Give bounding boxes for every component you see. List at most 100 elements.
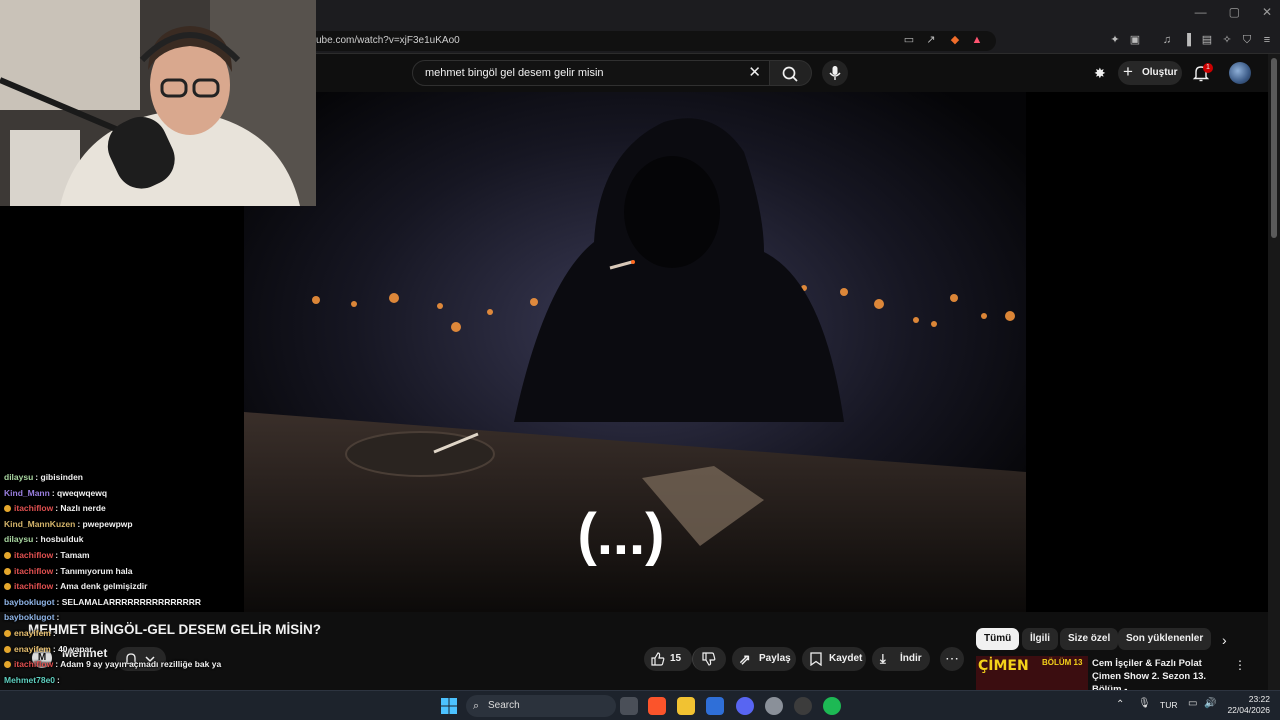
- chip-related[interactable]: İlgili: [1022, 628, 1058, 650]
- media-icon[interactable]: ♫: [1160, 33, 1174, 47]
- obs-icon[interactable]: [794, 697, 812, 715]
- download-button[interactable]: ⤓ İndir: [872, 647, 930, 671]
- vpn-icon[interactable]: ⛉: [1240, 33, 1254, 47]
- language-indicator[interactable]: TUR: [1160, 700, 1177, 710]
- extensions-icon[interactable]: ✦: [1108, 33, 1122, 47]
- microphone-icon: [829, 66, 841, 80]
- bookmark-icon: [810, 652, 822, 666]
- chat-message: bayboklugot:: [4, 610, 304, 626]
- like-button[interactable]: 15: [644, 647, 692, 671]
- windows-taskbar: ⌕ Search ⌃ 🎙 TUR ▭ 🔊 23:22 22/04/2026: [0, 690, 1280, 720]
- account-avatar[interactable]: [1229, 62, 1251, 84]
- network-app-icon[interactable]: [706, 697, 724, 715]
- chat-message: dilaysu: hosbulduk: [4, 532, 304, 548]
- chat-text: Tanımıyorum hala: [60, 565, 133, 576]
- create-label: Oluştur: [1142, 67, 1178, 78]
- page-scrollbar[interactable]: [1268, 54, 1280, 692]
- leo-icon[interactable]: ✧: [1220, 33, 1234, 47]
- chat-username: enayifem: [14, 643, 51, 654]
- thumbs-down-icon: [702, 652, 716, 666]
- brave-shield-icon[interactable]: ◆: [948, 33, 962, 47]
- dislike-button[interactable]: [692, 647, 726, 671]
- chat-badge-icon: [4, 567, 11, 575]
- address-bar[interactable]: ube.com/watch?v=xjF3e1uKAo0: [306, 31, 996, 51]
- brave-browser-icon[interactable]: [648, 697, 666, 715]
- chat-badge-icon: [4, 505, 11, 513]
- chat-separator: :: [56, 612, 60, 623]
- thumbs-up-icon: [651, 652, 665, 666]
- share-label: Paylaş: [759, 653, 791, 664]
- windows-start-icon[interactable]: [440, 697, 458, 715]
- chat-username: dilaysu: [4, 472, 34, 482]
- more-actions-button[interactable]: ⋯: [940, 647, 964, 671]
- loading-glyph: (...): [578, 502, 665, 567]
- chevron-right-icon[interactable]: ›: [1222, 632, 1227, 648]
- recommendation-menu-icon[interactable]: ⋮: [1234, 658, 1246, 672]
- settings-icon[interactable]: [765, 697, 783, 715]
- search-icon: [782, 66, 798, 82]
- chat-username: bayboklugot: [4, 612, 55, 623]
- chat-message: itachiflow: Adam 9 ay yayın açmadı rezil…: [4, 657, 304, 673]
- chat-message: Mehmet78e0:: [4, 673, 304, 689]
- chat-text: gibisinden: [40, 472, 84, 482]
- chat-separator: :: [52, 627, 56, 638]
- discord-icon[interactable]: [736, 697, 754, 715]
- screenshot-icon[interactable]: ▣: [1128, 33, 1142, 47]
- chat-username: itachiflow: [14, 503, 54, 514]
- chat-username: itachiflow: [14, 581, 54, 592]
- thumb-title: ÇİMEN: [978, 658, 1029, 674]
- share-button[interactable]: ⇗ Paylaş: [732, 647, 796, 671]
- recommendation-thumbnail[interactable]: ÇİMEN BÖLÜM 13: [976, 656, 1088, 690]
- chat-username: itachiflow: [14, 565, 54, 576]
- taskbar-search-icon: ⌕: [473, 700, 480, 712]
- close-window-button[interactable]: ✕: [1262, 5, 1272, 19]
- clock[interactable]: 23:22 22/04/2026: [1226, 694, 1270, 716]
- spotify-icon[interactable]: [823, 697, 841, 715]
- brave-rewards-icon[interactable]: ▲: [970, 33, 984, 47]
- volume-icon[interactable]: 🔊: [1204, 698, 1216, 709]
- cast-icon[interactable]: ▭: [902, 33, 916, 47]
- chip-for-you[interactable]: Size özel: [1060, 628, 1119, 650]
- chat-username: dilaysu: [4, 534, 34, 545]
- chip-recent[interactable]: Son yüklenenler: [1118, 628, 1212, 650]
- clear-search-icon[interactable]: ✕: [748, 61, 761, 85]
- chat-separator: :: [57, 674, 60, 685]
- share-page-icon[interactable]: ↗: [924, 33, 938, 47]
- chat-text: Tamam: [60, 549, 90, 560]
- menu-icon[interactable]: ≡: [1260, 33, 1274, 47]
- task-view-icon[interactable]: [620, 697, 638, 715]
- chat-text: pwepewpwp: [82, 518, 133, 529]
- display-tray-icon[interactable]: ▭: [1188, 698, 1197, 709]
- save-button[interactable]: Kaydet: [802, 647, 866, 671]
- voice-search-button[interactable]: [822, 60, 848, 86]
- minimize-button[interactable]: —: [1195, 5, 1207, 19]
- chat-username: Kind_MannKuzen: [4, 518, 76, 529]
- chat-text: Adam 9 ay yayın açmadı rezilliğe bak ya: [60, 659, 222, 670]
- clock-date: 22/04/2026: [1227, 705, 1270, 715]
- taskbar-search[interactable]: ⌕ Search: [466, 695, 616, 717]
- share-icon: ⇗: [739, 651, 751, 667]
- mic-tray-icon[interactable]: 🎙: [1138, 698, 1151, 709]
- chat-badge-icon: [4, 661, 11, 669]
- tray-chevron-icon[interactable]: ⌃: [1116, 699, 1124, 710]
- maximize-button[interactable]: ▢: [1229, 5, 1240, 19]
- chat-text: 40 yapar: [58, 643, 93, 654]
- chat-badge-icon: [4, 645, 11, 653]
- taskbar-search-label: Search: [488, 700, 520, 711]
- chat-message: enayifem: 40 yapar: [4, 642, 304, 658]
- chat-badge-icon: [4, 629, 11, 637]
- chat-message: itachiflow: Tamam: [4, 548, 304, 564]
- wallet-icon[interactable]: ▤: [1200, 33, 1214, 47]
- sidebar-icon[interactable]: ▐: [1180, 33, 1194, 47]
- chat-text: qweqwqewq: [57, 487, 108, 498]
- chip-all[interactable]: Tümü: [976, 628, 1020, 650]
- search-query: mehmet bingöl gel desem gelir misin: [425, 67, 604, 79]
- search-button[interactable]: [770, 60, 812, 86]
- sparkle-icon[interactable]: ✸: [1094, 65, 1106, 82]
- create-button[interactable]: + Oluştur: [1118, 61, 1182, 85]
- chat-username: bayboklugot: [4, 596, 55, 607]
- search-input[interactable]: mehmet bingöl gel desem gelir misin ✕: [412, 60, 770, 86]
- scrollbar-thumb[interactable]: [1271, 58, 1277, 238]
- webcam-overlay: [0, 0, 316, 206]
- file-explorer-icon[interactable]: [677, 697, 695, 715]
